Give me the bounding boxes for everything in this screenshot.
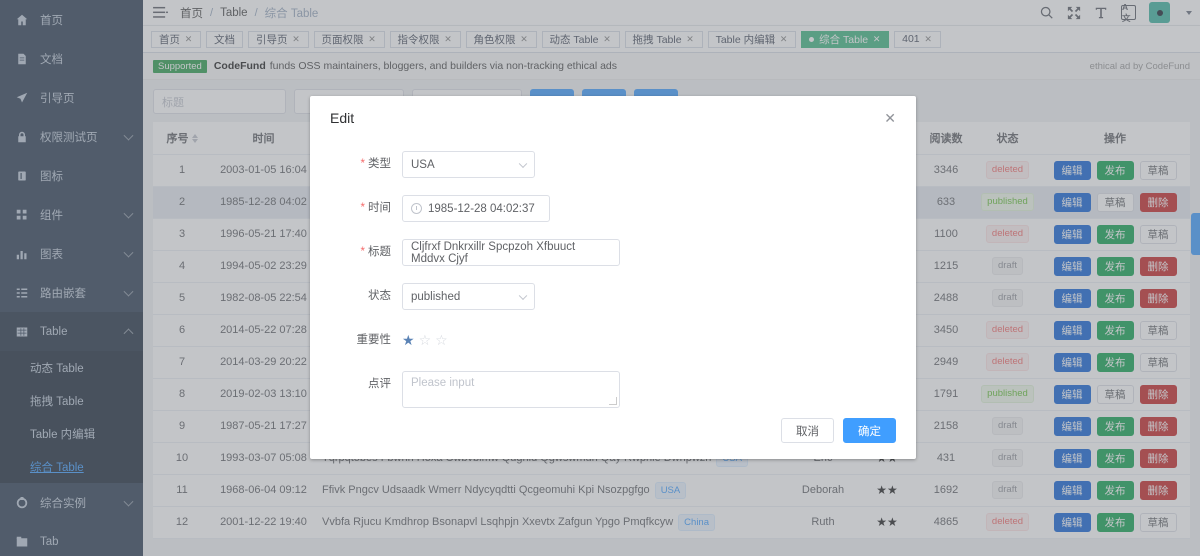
- dialog-footer: 取消 确定: [781, 418, 896, 443]
- form-row-status: 状态 published: [330, 283, 896, 310]
- title-input[interactable]: Cljfrxf Dnkrxillr Spcpzoh Xfbuuct Mddvx …: [402, 239, 620, 266]
- dialog-title: Edit: [330, 110, 355, 126]
- importance-label: 重要性: [356, 334, 392, 346]
- type-select[interactable]: USA: [402, 151, 535, 178]
- type-value: USA: [411, 158, 435, 171]
- remark-label: 点评: [368, 378, 391, 390]
- close-icon[interactable]: ✕: [884, 111, 896, 125]
- form-row-remark: 点评 Please input: [330, 371, 896, 408]
- title-label: 标题: [330, 239, 402, 266]
- form-row-time: 时间 1985-12-28 04:02:37: [330, 195, 896, 222]
- star-icon[interactable]: ☆: [419, 327, 432, 354]
- star-icon[interactable]: ★: [402, 327, 415, 354]
- confirm-button[interactable]: 确定: [843, 418, 896, 443]
- importance-rate[interactable]: ★ ☆ ☆: [402, 327, 896, 354]
- chevron-down-icon: [518, 159, 528, 168]
- status-label: 状态: [368, 290, 391, 302]
- clock-icon: [411, 203, 422, 214]
- time-value: 1985-12-28 04:02:37: [428, 202, 535, 215]
- app-root: 首页 文档 引导页 权限测试页 图标 组件 图表 路由嵌套 Table 动态 Table 拖拽 T…: [0, 0, 1200, 556]
- form-row-type: 类型 USA: [330, 151, 896, 178]
- remark-textarea[interactable]: Please input: [402, 371, 620, 408]
- form-row-title: 标题 Cljfrxf Dnkrxillr Spcpzoh Xfbuuct Mdd…: [330, 239, 896, 266]
- dialog-header: Edit ✕: [310, 96, 916, 140]
- form-row-importance: 重要性 ★ ☆ ☆: [330, 327, 896, 354]
- time-input[interactable]: 1985-12-28 04:02:37: [402, 195, 550, 222]
- chevron-down-icon: [518, 291, 528, 300]
- star-icon[interactable]: ☆: [435, 327, 448, 354]
- type-label: 类型: [330, 151, 402, 178]
- status-select[interactable]: published: [402, 283, 535, 310]
- cancel-button[interactable]: 取消: [781, 418, 834, 443]
- status-value: published: [411, 290, 461, 303]
- edit-dialog: Edit ✕ 类型 USA 时间 1985-12-28 04:02:3: [310, 96, 916, 459]
- time-label: 时间: [330, 195, 402, 222]
- dialog-body: 类型 USA 时间 1985-12-28 04:02:37: [310, 140, 916, 408]
